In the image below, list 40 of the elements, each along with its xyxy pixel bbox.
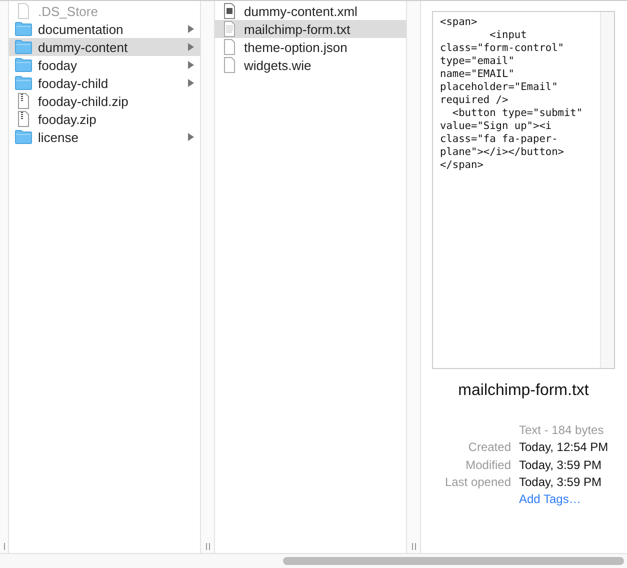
folder-icon [15,22,32,36]
column-resize-handle[interactable] [206,543,210,553]
file-row[interactable]: fooday-child.zip [9,92,200,110]
folder-icon [15,130,32,144]
scrollbar-thumb[interactable] [283,557,624,565]
file-row[interactable]: dummy-content.xml [215,2,406,20]
info-value: Today, 12:54 PM [519,439,610,456]
file-icon [221,57,238,73]
chevron-right-icon [188,61,194,69]
zip-file-icon [15,111,32,127]
file-kind-size: Text - 184 bytes [519,422,605,439]
info-value: Today, 3:59 PM [519,456,602,474]
info-label: Last opened [444,474,511,491]
chevron-right-icon [188,133,194,141]
info-label: Modified [464,456,511,474]
file-row[interactable]: theme-option.json [215,38,406,56]
file-row[interactable]: license [9,128,200,146]
document-icon [221,3,238,19]
file-row[interactable]: documentation [9,20,200,38]
text-file-icon [221,21,238,37]
folder-icon [15,76,32,90]
chevron-right-icon [188,43,194,51]
info-value: Today, 3:59 PM [519,474,602,491]
file-row[interactable]: widgets.wie [215,56,406,74]
file-icon [15,3,32,19]
add-tags-link[interactable]: Add Tags… [519,491,615,508]
file-content-text: <span> <input class="form-control" type="email" name="EMAIL" placeholder="Email" required /> <button type="submit" value="Sign up"><i class="fa fa-paper- plane"></i></button> </span> [439,15,584,173]
file-row[interactable]: fooday [9,56,200,74]
file-row[interactable]: fooday.zip [9,110,200,128]
file-row[interactable]: dummy-content [9,38,200,56]
info-label: Created [467,439,511,456]
chevron-right-icon [188,79,194,87]
folder-icon [15,58,32,72]
chevron-right-icon [188,25,194,33]
zip-file-icon [15,93,32,109]
column-resize-handle[interactable] [412,543,416,553]
file-name: mailchimp-form.txt [457,382,590,400]
file-row[interactable]: fooday-child [9,74,200,92]
folder-icon [15,40,32,54]
file-row[interactable]: mailchimp-form.txt [215,20,406,38]
